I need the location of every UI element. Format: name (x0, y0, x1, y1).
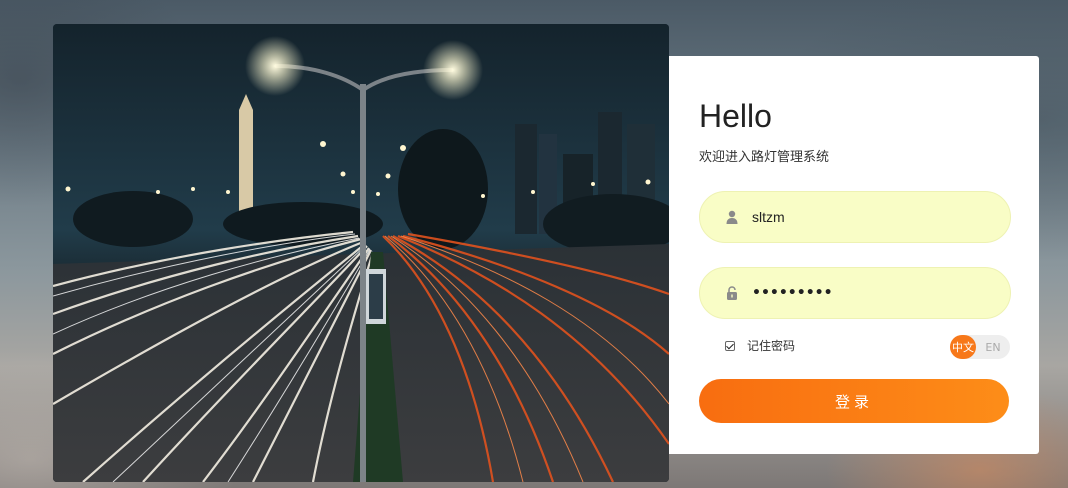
login-subtitle: 欢迎进入路灯管理系统 (699, 150, 830, 165)
login-card: Hello 欢迎进入路灯管理系统 ••••••••• 记住密码 中文 EN 登录 (669, 56, 1039, 454)
password-field[interactable]: ••••••••• (699, 267, 1011, 319)
login-button[interactable]: 登录 (699, 379, 1009, 423)
password-input[interactable]: ••••••••• (752, 285, 833, 301)
username-field[interactable] (699, 191, 1011, 243)
lock-icon (724, 285, 740, 301)
hero-image (53, 24, 669, 482)
remember-checkbox[interactable] (725, 340, 735, 351)
remember-password[interactable]: 记住密码 (725, 337, 795, 354)
lang-en-button[interactable]: EN (976, 341, 1010, 354)
lang-zh-button[interactable]: 中文 (950, 335, 976, 359)
username-input[interactable] (752, 209, 992, 225)
login-title: Hello (699, 98, 772, 134)
language-toggle[interactable]: 中文 EN (950, 335, 1010, 359)
remember-label: 记住密码 (747, 339, 796, 353)
user-icon (724, 209, 740, 225)
